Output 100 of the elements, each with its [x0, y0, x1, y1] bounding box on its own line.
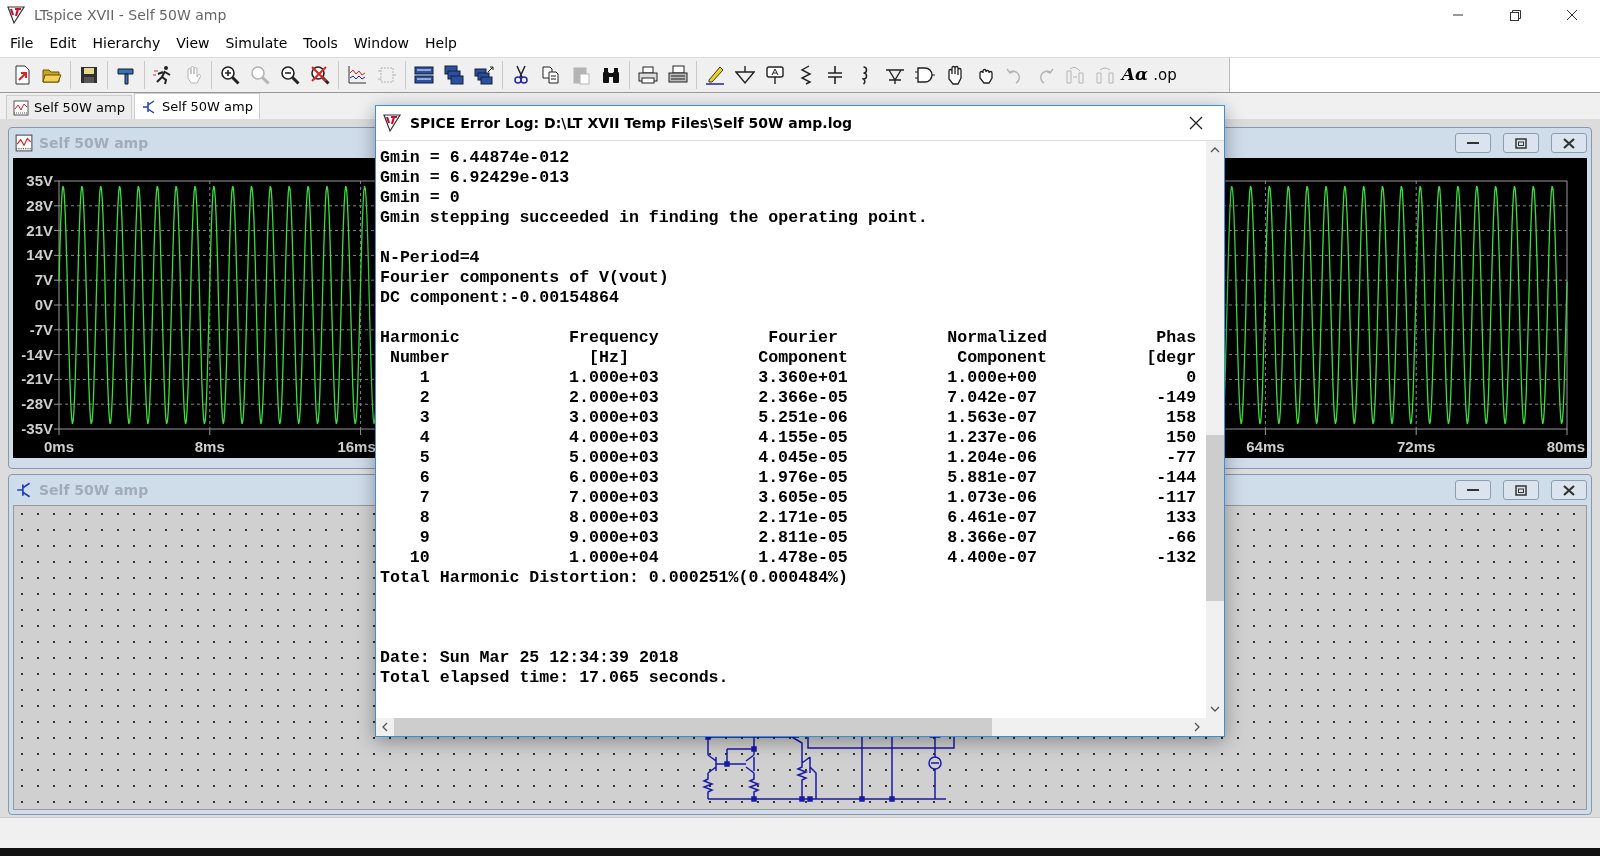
table-cell: 8	[419, 508, 430, 528]
rotate-icon	[1065, 65, 1085, 85]
axis-label: 21V	[26, 221, 53, 239]
toolbar-button[interactable]: Aα	[1120, 61, 1150, 89]
table-header: [degr	[1146, 348, 1198, 368]
table-cell: 1.478e-05	[758, 548, 848, 568]
table-cell: 133	[1166, 508, 1197, 528]
menu-item[interactable]: Hierarchy	[84, 31, 169, 56]
y-tick-mark	[53, 329, 60, 331]
table-cell: 150	[1166, 428, 1197, 448]
scrollbar[interactable]	[376, 718, 1224, 736]
table-cell: 7.042e-07	[947, 388, 1037, 408]
log-line: Total Harmonic Distortion: 0.000251%(0.000484%)	[380, 568, 850, 588]
table-cell: 2.000e+03	[569, 388, 659, 408]
x-tick-mark	[1415, 428, 1417, 436]
axis-label: 72ms	[1397, 438, 1436, 455]
table-cell: 0	[1186, 368, 1197, 388]
tab[interactable]: Self 50W amp	[134, 93, 260, 119]
table-cell: 3.000e+03	[569, 408, 659, 428]
y-tick-mark	[53, 403, 60, 405]
toolbar-button[interactable]: .op	[1150, 61, 1180, 89]
log-line: Gmin = 6.44874e-012	[380, 148, 571, 168]
axis-label: -35V	[21, 420, 53, 437]
restore-icon	[1514, 484, 1528, 496]
restore-button[interactable]	[1503, 133, 1539, 153]
y-tick-mark	[53, 378, 60, 380]
axis-label: -21V	[21, 370, 53, 388]
table-cell: 6.000e+03	[569, 468, 659, 488]
log-line: Fourier components of V(vout)	[380, 268, 670, 288]
menu-item[interactable]: Window	[345, 31, 418, 56]
table-cell: 2.171e-05	[758, 508, 848, 528]
net-label-icon	[765, 65, 785, 85]
log-line: Gmin = 6.92429e-013	[380, 168, 571, 188]
capacitor-icon	[825, 65, 845, 85]
close-icon	[1188, 116, 1203, 130]
cascade-windows-icon	[444, 65, 464, 85]
table-header: Phas	[1156, 328, 1198, 348]
y-tick-mark	[53, 205, 60, 207]
tab[interactable]: Self 50W amp	[6, 95, 132, 119]
y-tick-mark	[53, 304, 60, 306]
table-cell: 2.811e-05	[758, 528, 848, 548]
menu-item[interactable]: Simulate	[217, 31, 296, 56]
table-cell: 6	[419, 468, 430, 488]
table-cell: 6.461e-07	[947, 508, 1037, 528]
table-cell: 7.000e+03	[569, 488, 659, 508]
component-icon	[377, 65, 397, 85]
table-cell: 1.073e-06	[947, 488, 1037, 508]
cascade-windows-icon	[474, 65, 494, 85]
table-cell: 5	[419, 448, 430, 468]
table-cell: 1.000e+00	[947, 368, 1037, 388]
menu-item[interactable]: View	[168, 31, 218, 56]
table-cell: -77	[1166, 448, 1197, 468]
table-cell: 2.366e-05	[758, 388, 848, 408]
table-header: Normalized	[947, 328, 1047, 348]
close-icon	[1562, 137, 1576, 149]
axis-label: 14V	[26, 246, 53, 264]
axis-label: 80ms	[1546, 438, 1585, 455]
y-tick-mark	[53, 428, 60, 430]
table-cell: 1.563e-07	[947, 408, 1037, 428]
x-tick-mark	[360, 428, 362, 436]
menu-item[interactable]: File	[2, 31, 42, 56]
table-cell: 3	[419, 408, 430, 428]
menu-item[interactable]: Tools	[295, 31, 346, 56]
x-tick-mark	[58, 428, 60, 436]
table-header: Fourier	[768, 328, 839, 348]
log-line: Gmin = 0	[380, 188, 461, 208]
axis-label: 16ms	[337, 438, 376, 455]
hand-icon	[945, 65, 965, 85]
printer-icon	[668, 65, 688, 85]
mirror-icon	[1095, 65, 1115, 85]
menu-item[interactable]: Help	[417, 31, 465, 56]
table-header: Component	[758, 348, 849, 368]
x-tick-mark	[1264, 428, 1266, 436]
table-cell: 9	[419, 528, 430, 548]
minimize-icon	[1467, 142, 1479, 144]
copy-icon	[541, 65, 561, 85]
menu-item[interactable]: Edit	[41, 31, 85, 56]
table-cell: 3.360e+01	[758, 368, 848, 388]
restore-button[interactable]	[1503, 480, 1539, 500]
table-header: [Hz]	[589, 348, 630, 368]
table-cell: 1.204e-06	[947, 448, 1037, 468]
table-header: Number	[389, 348, 451, 368]
axis-label: 7V	[34, 271, 53, 289]
minimize-button[interactable]	[1455, 133, 1491, 153]
close-button[interactable]	[1551, 480, 1587, 500]
table-cell: 5.251e-06	[758, 408, 848, 428]
table-cell: -132	[1156, 548, 1197, 568]
restore-icon	[1514, 137, 1528, 149]
x-tick-mark	[1566, 428, 1568, 436]
table-cell: 2	[419, 388, 430, 408]
log-line: N-Period=4	[380, 248, 481, 268]
chart-icon	[15, 134, 33, 152]
window-title: LTspice XVII - Self 50W amp	[34, 5, 227, 25]
table-cell: 7	[419, 488, 430, 508]
minimize-button[interactable]	[1455, 480, 1491, 500]
table-cell: 4	[419, 428, 430, 448]
scrollbar[interactable]	[1206, 141, 1224, 718]
close-button[interactable]	[1551, 133, 1587, 153]
axis-label: 64ms	[1246, 438, 1285, 455]
y-tick-mark	[53, 230, 60, 232]
